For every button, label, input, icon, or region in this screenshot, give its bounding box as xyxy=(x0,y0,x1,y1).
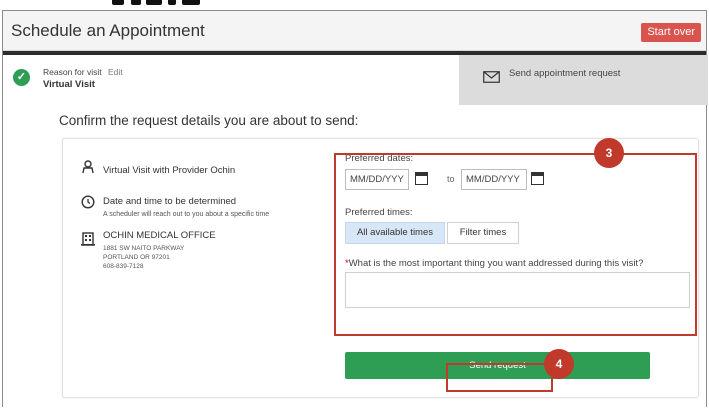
reason-value: Virtual Visit xyxy=(43,79,95,90)
datetime-subtext: A scheduler will reach out to you about … xyxy=(103,211,270,218)
step-reason-for-visit: ✓ Reason for visit Edit Virtual Visit xyxy=(3,55,459,105)
check-circle-icon: ✓ xyxy=(13,69,30,86)
office-address-line1: 1881 SW NAITO PARKWAY xyxy=(103,245,185,252)
clock-icon xyxy=(81,195,95,209)
datetime-text: Date and time to be determined xyxy=(103,196,237,207)
provider-text: Virtual Visit with Provider Ochin xyxy=(103,165,236,176)
office-address-line2: PORTLAND OR 97201 xyxy=(103,254,170,261)
progress-steps: ✓ Reason for visit Edit Virtual Visit Se… xyxy=(3,55,708,105)
reason-label: Reason for visit xyxy=(43,67,102,77)
start-over-button[interactable]: Start over xyxy=(641,23,701,42)
confirm-heading: Confirm the request details you are abou… xyxy=(59,113,359,128)
page-title: Schedule an Appointment xyxy=(11,21,205,40)
building-icon xyxy=(81,232,95,246)
provider-icon xyxy=(82,160,94,174)
send-step-label: Send appointment request xyxy=(509,68,621,79)
office-name: OCHIN MEDICAL OFFICE xyxy=(103,230,216,241)
office-phone: 608-839-7128 xyxy=(103,263,144,270)
annotation-badge-3: 3 xyxy=(594,138,624,168)
main-content: Confirm the request details you are abou… xyxy=(3,105,706,408)
envelope-icon xyxy=(483,71,500,83)
annotation-box-4 xyxy=(446,363,553,392)
annotation-box-3 xyxy=(334,153,697,336)
app-window: Schedule an Appointment Start over ✓ Rea… xyxy=(2,10,708,408)
step-send-request: Send appointment request xyxy=(459,55,708,105)
edit-link[interactable]: Edit xyxy=(108,67,123,77)
annotation-badge-4: 4 xyxy=(544,349,574,379)
page-header: Schedule an Appointment Start over xyxy=(3,11,706,51)
